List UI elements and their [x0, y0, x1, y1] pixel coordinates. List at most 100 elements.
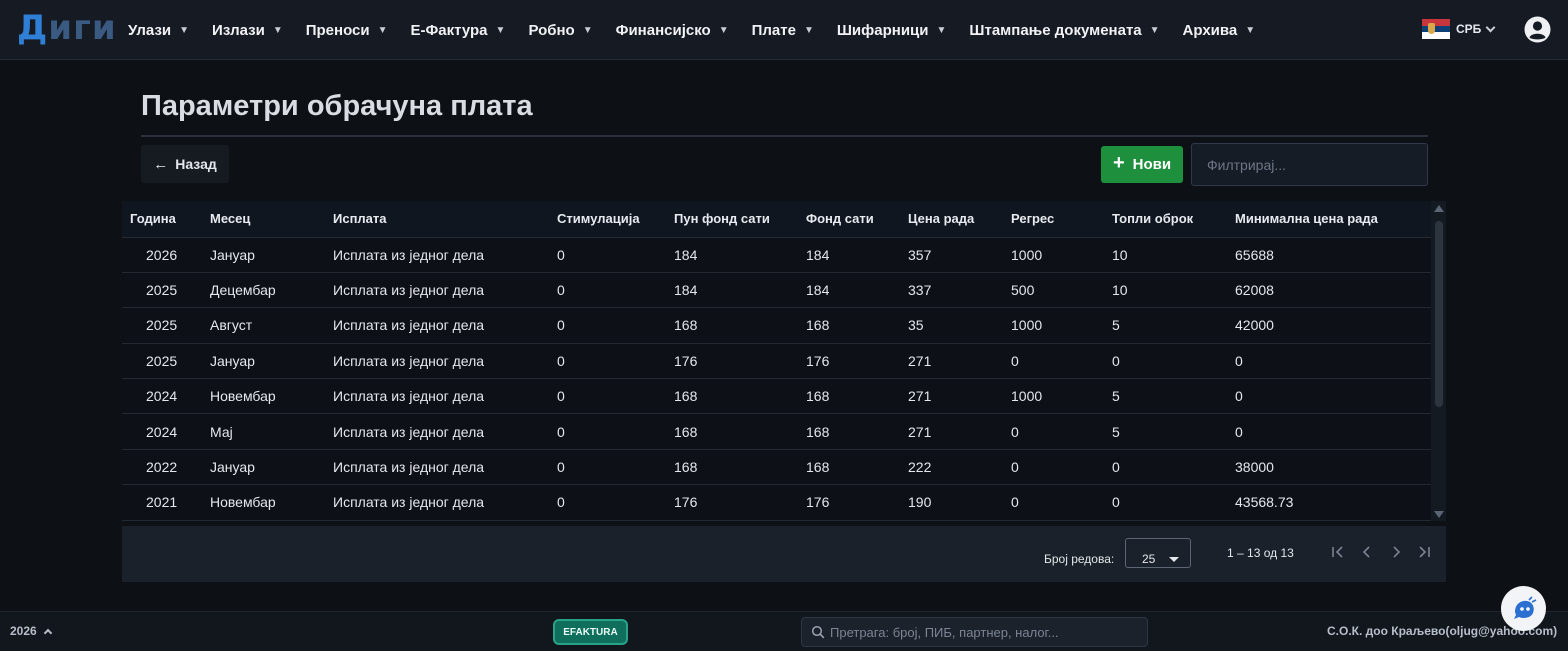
global-search-input[interactable] — [830, 624, 1140, 640]
table-scrollbar[interactable] — [1431, 201, 1446, 521]
menu-item-4[interactable]: Робно ▼ — [528, 22, 592, 39]
table-cell: Новембар — [202, 378, 325, 415]
page-title: Параметри обрачуна плата — [141, 90, 533, 122]
table-cell: Исплата из једног дела — [325, 449, 549, 486]
table-cell: 0 — [549, 378, 666, 415]
table-cell: 2025 — [122, 343, 202, 380]
app-logo[interactable]: Диги — [17, 8, 117, 48]
previous-page-icon[interactable] — [1359, 544, 1375, 560]
last-page-icon[interactable] — [1416, 544, 1432, 560]
main-menu: Улази ▼ Излази ▼ Преноси ▼ Е-Фактура ▼ Робно ▼ Фин… — [128, 0, 1278, 60]
menu-item-0[interactable]: Улази ▼ — [128, 22, 189, 39]
user-account-icon[interactable] — [1524, 16, 1551, 43]
payroll-parameters-table: Година Месец Исплата Стимулација Пун фонд са… — [122, 201, 1446, 521]
column-header[interactable]: Регрес — [1003, 201, 1104, 238]
table-cell: 0 — [549, 343, 666, 380]
table-cell: 168 — [666, 449, 798, 486]
top-navigation-bar: Диги Улази ▼ Излази ▼ Преноси ▼ Е-Фактура ▼ Робн… — [0, 0, 1568, 60]
table-cell: 43568.73 — [1227, 484, 1432, 521]
table-row[interactable]: 2022 Јануар Исплата из једног дела 0 168 168 2… — [122, 449, 1432, 486]
menu-item-3[interactable]: Е-Фактура ▼ — [411, 22, 506, 39]
menu-item-label: Архива — [1182, 21, 1238, 39]
table-cell: 168 — [798, 449, 900, 486]
menu-item-1[interactable]: Излази ▼ — [212, 22, 283, 39]
table-cell: Јануар — [202, 237, 325, 273]
column-header[interactable]: Топли оброк — [1104, 201, 1227, 238]
year-selector[interactable]: 2026 — [10, 624, 52, 638]
caret-down-icon: ▼ — [272, 24, 283, 36]
table-row[interactable]: 2021 Новембар Исплата из једног дела 0 176 17… — [122, 484, 1432, 521]
menu-item-label: Шифарници — [836, 21, 929, 39]
scrollbar-thumb[interactable] — [1435, 221, 1443, 407]
table-cell: Јануар — [202, 449, 325, 486]
table-cell: 337 — [900, 272, 1003, 309]
efaktura-badge[interactable]: EFAKTURA — [553, 619, 628, 645]
column-header[interactable]: Цена рада — [900, 201, 1003, 238]
back-button[interactable]: ← Назад — [141, 145, 229, 183]
table-cell: Исплата из једног дела — [325, 343, 549, 380]
menu-item-label: Улази — [128, 21, 172, 39]
menu-item-2[interactable]: Преноси ▼ — [306, 22, 388, 39]
global-search[interactable] — [801, 617, 1148, 647]
table-cell: 2025 — [122, 307, 202, 344]
table-cell: 0 — [1104, 449, 1227, 486]
table-row[interactable]: 2025 Децембар Исплата из једног дела 0 184 18… — [122, 272, 1432, 309]
menu-item-5[interactable]: Финансијско ▼ — [616, 22, 729, 39]
table-cell: 0 — [549, 484, 666, 521]
table-row[interactable]: 2025 Август Исплата из једног дела 0 168 168 3… — [122, 307, 1432, 344]
logo-text: иги — [48, 8, 117, 48]
table-cell: 2022 — [122, 449, 202, 486]
table-row[interactable]: 2025 Јануар Исплата из једног дела 0 176 176 2… — [122, 343, 1432, 380]
logo-letter: Д — [17, 8, 49, 48]
table-cell: 176 — [666, 484, 798, 521]
table-cell: 500 — [1003, 272, 1104, 309]
table-cell: 0 — [1104, 484, 1227, 521]
table-cell: Јануар — [202, 343, 325, 380]
column-header[interactable]: Пун фонд сати — [666, 201, 798, 238]
first-page-icon[interactable] — [1330, 544, 1346, 560]
column-header[interactable]: Стимулација — [549, 201, 666, 238]
menu-item-9[interactable]: Архива ▼ — [1183, 22, 1256, 39]
new-button[interactable]: + Нови — [1101, 146, 1183, 183]
table-cell: 0 — [549, 272, 666, 309]
back-button-label: Назад — [175, 156, 217, 172]
next-page-icon[interactable] — [1388, 544, 1404, 560]
menu-item-8[interactable]: Штампање докумената ▼ — [969, 22, 1159, 39]
column-header[interactable]: Исплата — [325, 201, 549, 238]
menu-item-label: Плате — [751, 21, 796, 39]
table-cell: 168 — [666, 307, 798, 344]
column-header[interactable]: Фонд сати — [798, 201, 900, 238]
year-value: 2026 — [10, 624, 37, 638]
table-cell: Исплата из једног дела — [325, 484, 549, 521]
menu-item-7[interactable]: Шифарници ▼ — [837, 22, 947, 39]
new-button-label: Нови — [1132, 156, 1172, 173]
filter-input[interactable] — [1191, 143, 1428, 186]
table-cell: 2025 — [122, 272, 202, 309]
table-cell: 0 — [1003, 413, 1104, 450]
table-row[interactable]: 2024 Новембар Исплата из једног дела 0 168 16… — [122, 378, 1432, 415]
table-cell: 2026 — [122, 237, 202, 273]
column-header[interactable]: Година — [122, 201, 202, 238]
menu-item-6[interactable]: Плате ▼ — [752, 22, 814, 39]
caret-down-icon: ▼ — [718, 24, 729, 36]
column-header[interactable]: Минимална цена рада — [1227, 201, 1432, 238]
table-cell: 65688 — [1227, 237, 1432, 273]
table-row[interactable]: 2026 Јануар Исплата из једног дела 0 184 184 3… — [122, 237, 1432, 273]
scroll-down-icon[interactable] — [1434, 511, 1444, 518]
menu-item-label: Излази — [212, 21, 265, 39]
chat-assistant-icon[interactable] — [1501, 586, 1546, 631]
scroll-up-icon[interactable] — [1434, 205, 1444, 212]
caret-down-icon: ▼ — [803, 24, 814, 36]
table-cell: Децембар — [202, 272, 325, 309]
table-cell: 168 — [666, 378, 798, 415]
table-cell: Август — [202, 307, 325, 344]
table-row[interactable]: 2024 Мај Исплата из једног дела 0 168 168 271 0… — [122, 413, 1432, 450]
table-cell: 10 — [1104, 237, 1227, 273]
table-cell: 271 — [900, 378, 1003, 415]
table-cell: 168 — [666, 413, 798, 450]
table-cell: 5 — [1104, 378, 1227, 415]
rows-per-page-select[interactable]: 25 — [1125, 538, 1191, 568]
table-cell: 271 — [900, 343, 1003, 380]
language-selector[interactable]: СРБ — [1422, 19, 1496, 40]
column-header[interactable]: Месец — [202, 201, 325, 238]
